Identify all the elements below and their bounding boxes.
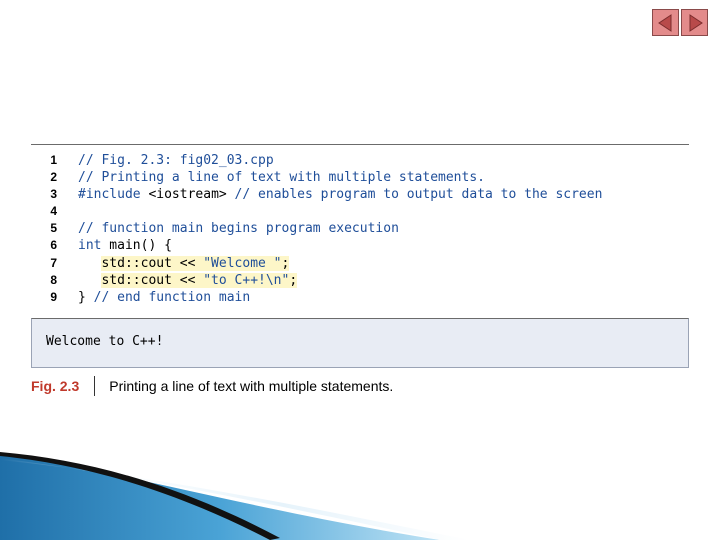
triangle-right-icon [689,13,703,32]
code-segment: // function main begins program executio… [78,221,399,237]
code-segment: // Printing a line of text with multiple… [78,170,485,186]
code-listing: 1 // Fig. 2.3: fig02_03.cpp 2 // Printing a… [31,152,689,306]
program-output-box: Welcome to C++! [31,318,689,368]
line-number: 7 [50,255,57,270]
line-number: 2 [50,170,57,185]
code-line: 2 // Printing a line of text with multipl… [31,169,689,186]
previous-slide-button[interactable] [652,9,679,36]
code-line: 6 int main() { [31,237,689,254]
code-segment: "Welcome " [203,255,282,271]
figure-caption: Fig. 2.3 Printing a line of text with mu… [31,376,393,396]
code-line: 7 std::cout << "Welcome "; [31,255,689,272]
line-number: 3 [50,187,57,202]
line-number: 5 [50,221,57,236]
triangle-left-icon [657,13,671,32]
code-segment: ; [289,272,298,288]
code-line: 1 // Fig. 2.3: fig02_03.cpp [31,152,689,169]
code-top-rule [31,144,689,145]
line-number: 1 [50,153,57,167]
code-text: std::cout << "to C++!\n"; [78,272,298,289]
program-output-text: Welcome to C++! [46,334,164,349]
code-segment: ; [281,255,290,271]
code-text: // Printing a line of text with multiple… [78,169,485,186]
code-line: 5 // function main begins program executi… [31,220,689,237]
code-segment: // enables program to output data to the… [226,187,603,203]
code-segment: #include [78,187,149,203]
code-text: // function main begins program executio… [78,220,399,237]
code-segment: // Fig. 2.3: fig02_03.cpp [78,153,274,168]
slide-navigation [652,9,708,36]
code-segment: std::cout << [101,255,204,271]
code-text: // Fig. 2.3: fig02_03.cpp [78,152,274,169]
code-text: } // end function main [78,289,250,306]
code-line: 8 std::cout << "to C++!\n"; [31,272,689,289]
code-segment: "to C++!\n" [203,272,290,288]
decorative-swoosh [0,452,470,540]
next-slide-button[interactable] [681,9,708,36]
caption-text: Printing a line of text with multiple st… [109,378,394,394]
code-text: #include <iostream> // enables program t… [78,186,602,203]
code-line: 3 #include <iostream> // enables program … [31,186,689,203]
code-line: 9} // end function main [31,289,689,306]
line-number: 4 [50,204,57,219]
line-number: 9 [50,289,57,304]
code-segment: // end function main [93,289,251,305]
caption-separator [94,376,96,396]
line-number: 6 [50,238,57,253]
code-segment: } [78,289,94,305]
code-segment: std::cout << [101,272,204,288]
code-segment: <iostream> [148,187,227,203]
code-segment: main() { [101,238,172,254]
line-number: 8 [50,272,57,287]
code-text: std::cout << "Welcome "; [78,255,290,272]
code-segment: int [78,238,102,254]
code-line: 4 [31,203,689,220]
figure-number: Fig. 2.3 [31,378,80,394]
code-text: int main() { [78,237,172,254]
